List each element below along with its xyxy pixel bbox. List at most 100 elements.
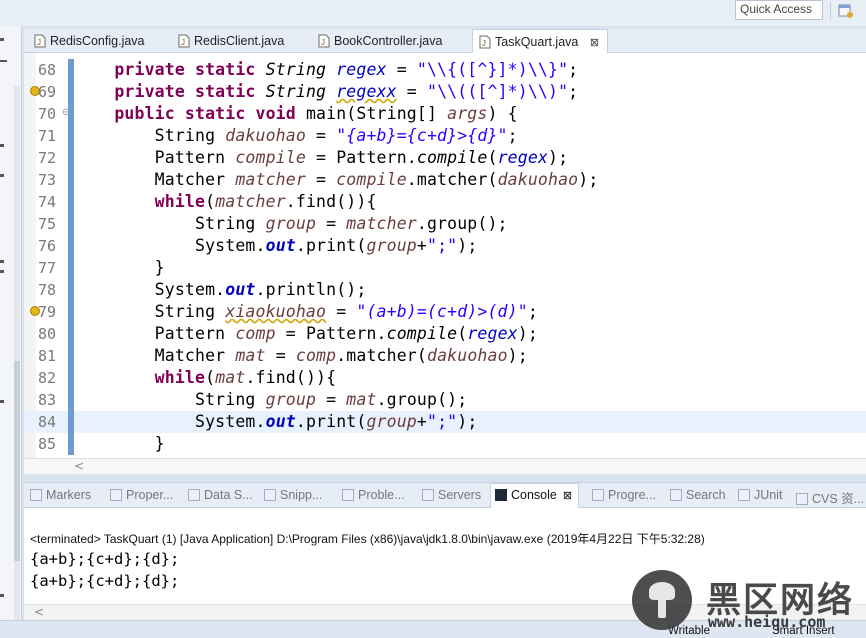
watermark-logo-icon — [632, 570, 692, 630]
code-token: } — [74, 258, 165, 277]
code-token: ( — [457, 324, 468, 343]
code-token: ; — [568, 82, 579, 101]
editor-horizontal-scrollbar[interactable]: < — [24, 458, 866, 474]
code-token: .matcher( — [406, 170, 498, 189]
tab-label: BookController.java — [334, 34, 443, 48]
view-tab-10[interactable]: CVS 资... — [796, 488, 864, 507]
console-output-line: {a+b};{c+d};{d}; — [30, 550, 180, 568]
view-tab-9[interactable]: JUnit — [738, 488, 782, 502]
scroll-left-icon[interactable]: < — [74, 459, 84, 473]
code-line[interactable]: 82 while(mat.find()){ — [24, 367, 866, 389]
code-token: .print( — [295, 236, 367, 255]
code-token: .group(); — [376, 390, 468, 409]
code-editor[interactable]: 68 private static String regex = "\\{([^… — [24, 53, 866, 458]
code-line[interactable]: 80 Pattern comp = Pattern.compile(regex)… — [24, 323, 866, 345]
code-token: ); — [517, 324, 538, 343]
code-line[interactable]: 84 System.out.print(group+";"); — [24, 411, 866, 433]
line-number: 77 — [38, 259, 57, 277]
code-token: private static — [114, 82, 266, 101]
code-line[interactable]: 81 Matcher mat = comp.matcher(dakuohao); — [24, 345, 866, 367]
code-line[interactable]: 77 } — [24, 257, 866, 279]
svg-text:J: J — [181, 38, 185, 47]
code-token: group — [265, 214, 317, 233]
java-file-icon: J — [479, 35, 491, 49]
code-line[interactable]: 75 String group = matcher.group(); — [24, 213, 866, 235]
code-line[interactable]: 85 } — [24, 433, 866, 455]
code-token: = — [305, 170, 337, 189]
code-token: out — [265, 412, 296, 431]
tab-taskquart[interactable]: J TaskQuart.java ⊠ — [472, 29, 608, 53]
code-line[interactable]: 79 String xiaokuohao = "(a+b)=(c+d)>(d)"… — [24, 301, 866, 323]
code-token: compile — [235, 148, 306, 167]
code-token: group — [265, 390, 317, 409]
code-text: while(mat.find()){ — [74, 368, 336, 387]
code-token: System. — [195, 236, 266, 255]
code-token: comp — [235, 324, 276, 343]
left-panel-scroll-thumb[interactable] — [14, 361, 20, 561]
tab-redisclient[interactable]: J RedisClient.java — [172, 29, 284, 53]
code-text: Pattern comp = Pattern.compile(regex); — [74, 324, 538, 343]
code-line[interactable]: 78 System.out.println(); — [24, 279, 866, 301]
line-number: 78 — [38, 281, 57, 299]
code-line[interactable]: 74 while(matcher.find()){ — [24, 191, 866, 213]
code-token: matcher — [215, 192, 286, 211]
view-tab-8[interactable]: Search — [670, 488, 726, 502]
java-file-icon: J — [178, 34, 190, 48]
view-tab-1[interactable]: Proper... — [110, 488, 173, 502]
scroll-left-icon[interactable]: < — [34, 605, 44, 619]
code-token: dakuohao — [497, 170, 579, 189]
quick-access-input[interactable]: Quick Access — [735, 0, 823, 20]
view-tab-label: CVS 资... — [812, 492, 865, 506]
code-token: while — [154, 192, 206, 211]
view-tab-icon — [188, 489, 200, 501]
code-text: while(matcher.find()){ — [74, 192, 377, 211]
code-line[interactable]: 83 String group = mat.group(); — [24, 389, 866, 411]
tab-label: RedisClient.java — [194, 34, 285, 48]
code-token: String — [265, 60, 337, 79]
line-number: 72 — [38, 149, 57, 167]
view-tab-6[interactable]: Console ⊠ — [490, 483, 580, 509]
view-tab-0[interactable]: Markers — [30, 488, 91, 502]
line-number: 70 — [38, 105, 57, 123]
code-line[interactable]: 69 private static String regexx = "\\(([… — [24, 81, 866, 103]
code-line[interactable]: 73 Matcher matcher = compile.matcher(dak… — [24, 169, 866, 191]
view-tab-5[interactable]: Servers — [422, 488, 481, 502]
code-token: regex — [497, 148, 548, 167]
code-text: } — [74, 434, 165, 453]
code-line[interactable]: 70 ⊖ public static void main(String[] arg… — [24, 103, 866, 125]
line-number: 80 — [38, 325, 57, 343]
code-line[interactable]: 72 Pattern compile = Pattern.compile(reg… — [24, 147, 866, 169]
code-line[interactable]: 76 System.out.print(group+";"); — [24, 235, 866, 257]
watermark: 黑区网络 www.heiqu.com — [632, 570, 866, 638]
close-tab-icon[interactable]: ⊠ — [590, 37, 599, 49]
close-view-icon[interactable]: ⊠ — [563, 490, 572, 502]
tab-redisconfig[interactable]: J RedisConfig.java — [28, 29, 145, 53]
code-token: String — [154, 302, 226, 321]
code-line[interactable]: 71 String dakuohao = "{a+b}={c+d}>{d}"; — [24, 125, 866, 147]
code-line[interactable]: 68 private static String regex = "\\{([^… — [24, 59, 866, 81]
code-token: } — [74, 434, 165, 453]
tab-bookcontroller[interactable]: J BookController.java — [312, 29, 442, 53]
code-token: public static void — [114, 104, 306, 123]
code-token: ); — [507, 346, 528, 365]
code-token: System. — [195, 412, 266, 431]
view-tab-3[interactable]: Snipp... — [264, 488, 322, 502]
code-token: ; — [507, 126, 518, 145]
code-text: String xiaokuohao = "(a+b)=(c+d)>(d)"; — [74, 302, 538, 321]
code-token: = — [396, 82, 427, 101]
code-token: "\\{([^}]*)\\}" — [416, 60, 569, 79]
perspective-icon[interactable] — [838, 3, 854, 19]
code-token: .matcher( — [336, 346, 427, 365]
console-terminated-line: <terminated> TaskQuart (1) [Java Applica… — [30, 532, 705, 546]
code-text: public static void main(String[] args) { — [74, 104, 518, 123]
view-tab-4[interactable]: Proble... — [342, 488, 405, 502]
view-tab-7[interactable]: Progre... — [592, 488, 656, 502]
code-token: .find()){ — [245, 368, 337, 387]
code-token: "\\(([^]*)\\)" — [426, 82, 569, 101]
view-tab-2[interactable]: Data S... — [188, 488, 253, 502]
